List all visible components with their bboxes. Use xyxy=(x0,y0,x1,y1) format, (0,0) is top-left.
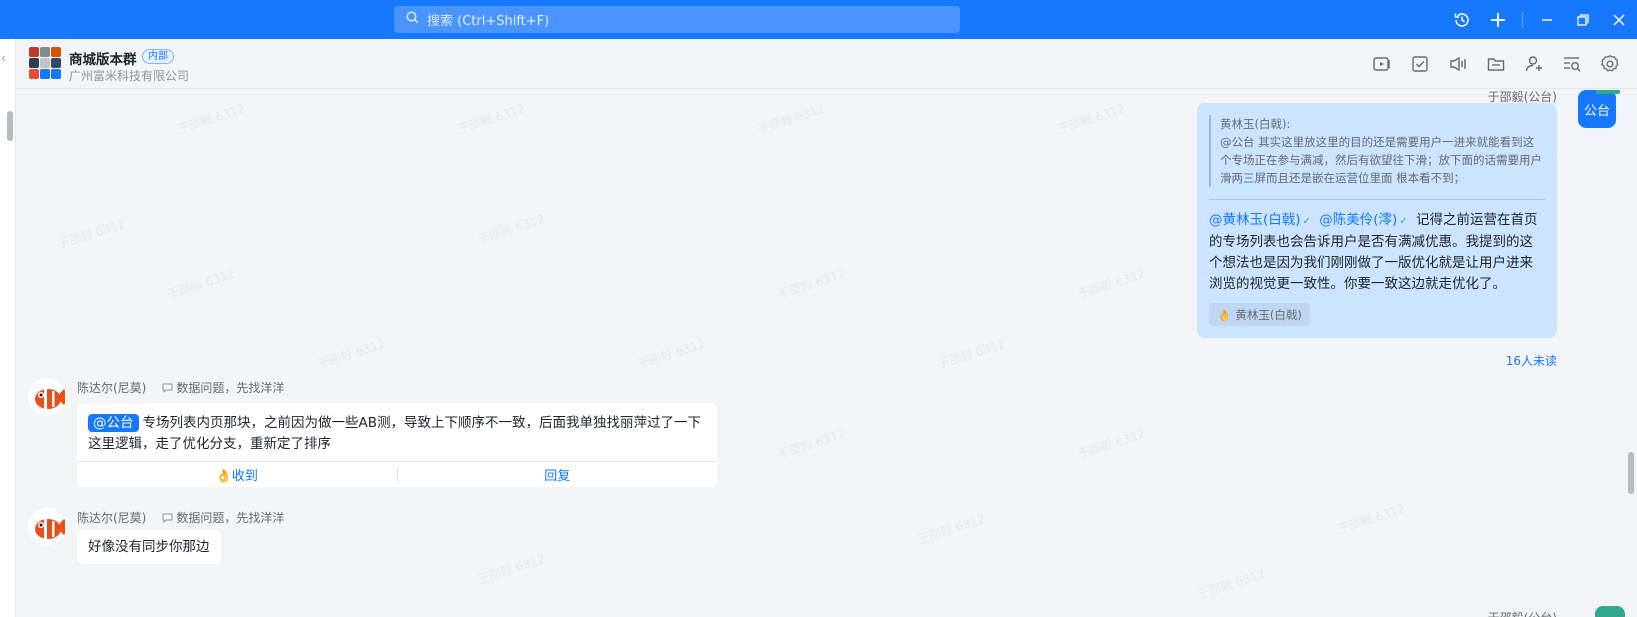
internal-badge: 内部 xyxy=(142,49,174,64)
restore-icon[interactable] xyxy=(1565,0,1601,39)
settings-icon[interactable] xyxy=(1591,45,1629,83)
divider xyxy=(1209,199,1545,200)
title-bar: 搜索 (Ctrl+Shift+F) xyxy=(0,0,1637,39)
message-list[interactable]: 于邵毅 6312 于邵毅 6312 于邵毅 6312 于邵毅 6312 于邵毅 … xyxy=(16,90,1637,617)
voice-icon[interactable] xyxy=(1439,45,1477,83)
acknowledge-label: 收到 xyxy=(231,469,258,484)
watermark: 于邵毅 6312 xyxy=(455,101,527,137)
reply-button[interactable]: 回复 xyxy=(398,465,718,484)
message-body: 专场列表内页那块，之前因为做一些AB测，导致上下顺序不一致，后面我单独找丽萍过了… xyxy=(88,415,701,452)
search-placeholder: 搜索 (Ctrl+Shift+F) xyxy=(427,14,550,29)
avatar-decoration xyxy=(1596,90,1620,94)
card-actions: 👌收到 回复 xyxy=(77,461,717,487)
quote-text: @公台 其实这里放这里的目的还是需要用户一进来就能看到这个专场正在参与满减，然后… xyxy=(1220,135,1542,185)
signature: 数据问题，先找洋洋 xyxy=(162,509,284,526)
acknowledge-button[interactable]: 👌收到 xyxy=(77,465,397,484)
read-check-icon: ✓ xyxy=(1399,216,1408,227)
divider xyxy=(1522,11,1523,28)
reaction-user: 黄林玉(白戟) xyxy=(1235,307,1302,322)
reply-label: 回复 xyxy=(544,469,571,484)
avatar-decoration xyxy=(1595,606,1625,617)
group-company: 广州富米科技有限公司 xyxy=(69,69,190,83)
watermark: 于邵毅 6312 xyxy=(55,216,127,252)
sender-name[interactable]: 陈达尔(尼莫) xyxy=(77,379,146,396)
message-text: @黄林玉(白戟) ✓ @陈美伶(澪) ✓ 记得之前运营在首页的专场列表也会告诉用户是… xyxy=(1209,210,1545,295)
watermark: 于邵毅 6312 xyxy=(635,336,707,372)
sidebar-scrollbar[interactable] xyxy=(7,111,13,141)
close-icon[interactable] xyxy=(1601,0,1637,39)
message-bubble-outgoing[interactable]: 黄林玉(白戟): @公台 其实这里放这里的目的还是需要用户一进来就能看到这个专场… xyxy=(1197,103,1557,338)
sender-name[interactable]: 陈达尔(尼莫) xyxy=(77,509,146,526)
watermark: 于邵毅 6312 xyxy=(915,511,987,547)
watermark: 于邵毅 6312 xyxy=(775,426,847,462)
watermark: 于邵毅 6312 xyxy=(165,266,237,302)
group-name[interactable]: 商城版本群 xyxy=(69,48,137,68)
signature-text: 数据问题，先找洋洋 xyxy=(176,511,285,525)
message-text: @公台 专场列表内页那块，之前因为做一些AB测，导致上下顺序不一致，后面我单独找丽… xyxy=(88,413,706,455)
search-input[interactable]: 搜索 (Ctrl+Shift+F) xyxy=(394,6,960,33)
sender-name[interactable]: 于邵毅(公台) xyxy=(1488,609,1557,617)
message-card[interactable]: @公台 专场列表内页那块，之前因为做一些AB测，导致上下顺序不一致，后面我单独找丽… xyxy=(77,403,717,487)
avatar[interactable]: 公台 xyxy=(1578,90,1620,128)
mention[interactable]: @黄林玉(白戟) xyxy=(1209,212,1301,228)
search-messages-icon[interactable] xyxy=(1553,45,1591,83)
watermark: 于邵毅 6312 xyxy=(1335,501,1407,537)
collapsed-sidebar: ‹ xyxy=(0,39,16,617)
watermark: 于邵毅 6312 xyxy=(1195,566,1267,602)
unread-count[interactable]: 16人未读 xyxy=(1506,352,1557,369)
watermark: 于邵毅 6312 xyxy=(755,101,827,137)
message-scrollbar[interactable] xyxy=(1628,452,1634,494)
watermark: 于邵毅 6312 xyxy=(775,266,847,302)
signature-text: 数据问题，先找洋洋 xyxy=(176,381,285,395)
chevron-left-icon[interactable]: ‹ xyxy=(1,51,6,65)
task-icon[interactable] xyxy=(1401,45,1439,83)
watermark: 于邵毅 6312 xyxy=(475,551,547,587)
avatar[interactable] xyxy=(28,378,66,416)
folder-icon[interactable] xyxy=(1477,45,1515,83)
read-check-icon: ✓ xyxy=(1302,216,1311,227)
sender-line: 陈达尔(尼莫) 数据问题，先找洋洋 xyxy=(77,509,284,526)
ok-hand-icon: 👌 xyxy=(1217,307,1232,322)
mention[interactable]: @陈美伶(澪) xyxy=(1319,212,1397,228)
quoted-message[interactable]: 黄林玉(白戟): @公台 其实这里放这里的目的还是需要用户一进来就能看到这个专场… xyxy=(1209,115,1545,187)
avatar-text: 公台 xyxy=(1583,103,1610,119)
group-avatar[interactable] xyxy=(29,47,61,79)
search-icon xyxy=(406,11,427,28)
plus-icon[interactable] xyxy=(1480,0,1516,39)
chat-header: 商城版本群 内部 广州富米科技有限公司 xyxy=(16,39,1637,89)
watermark: 于邵毅 6312 xyxy=(1075,266,1147,302)
watermark: 于邵毅 6312 xyxy=(935,336,1007,372)
reaction-chip[interactable]: 👌 黄林玉(白戟) xyxy=(1209,303,1310,326)
message-body: 好像没有同步你那边 xyxy=(88,539,210,555)
watermark: 于邵毅 6312 xyxy=(315,336,387,372)
watermark: 于邵毅 6312 xyxy=(1055,101,1127,137)
watermark: 于邵毅 6312 xyxy=(1075,426,1147,462)
mention-me[interactable]: @公台 xyxy=(88,414,139,432)
history-icon[interactable] xyxy=(1444,0,1480,39)
signature: 数据问题，先找洋洋 xyxy=(162,379,284,396)
watermark: 于邵毅 6312 xyxy=(175,101,247,137)
comment-icon xyxy=(162,513,173,523)
video-meeting-icon[interactable] xyxy=(1363,45,1401,83)
comment-icon xyxy=(162,383,173,393)
watermark: 于邵毅 6312 xyxy=(475,211,547,247)
ok-hand-icon: 👌 xyxy=(215,469,232,484)
message-bubble-incoming[interactable]: 好像没有同步你那边 xyxy=(77,530,221,564)
avatar[interactable] xyxy=(28,508,66,546)
quote-author: 黄林玉(白戟): xyxy=(1220,117,1291,131)
add-member-icon[interactable] xyxy=(1515,45,1553,83)
sender-line: 陈达尔(尼莫) 数据问题，先找洋洋 xyxy=(77,379,284,396)
minimize-icon[interactable] xyxy=(1529,0,1565,39)
